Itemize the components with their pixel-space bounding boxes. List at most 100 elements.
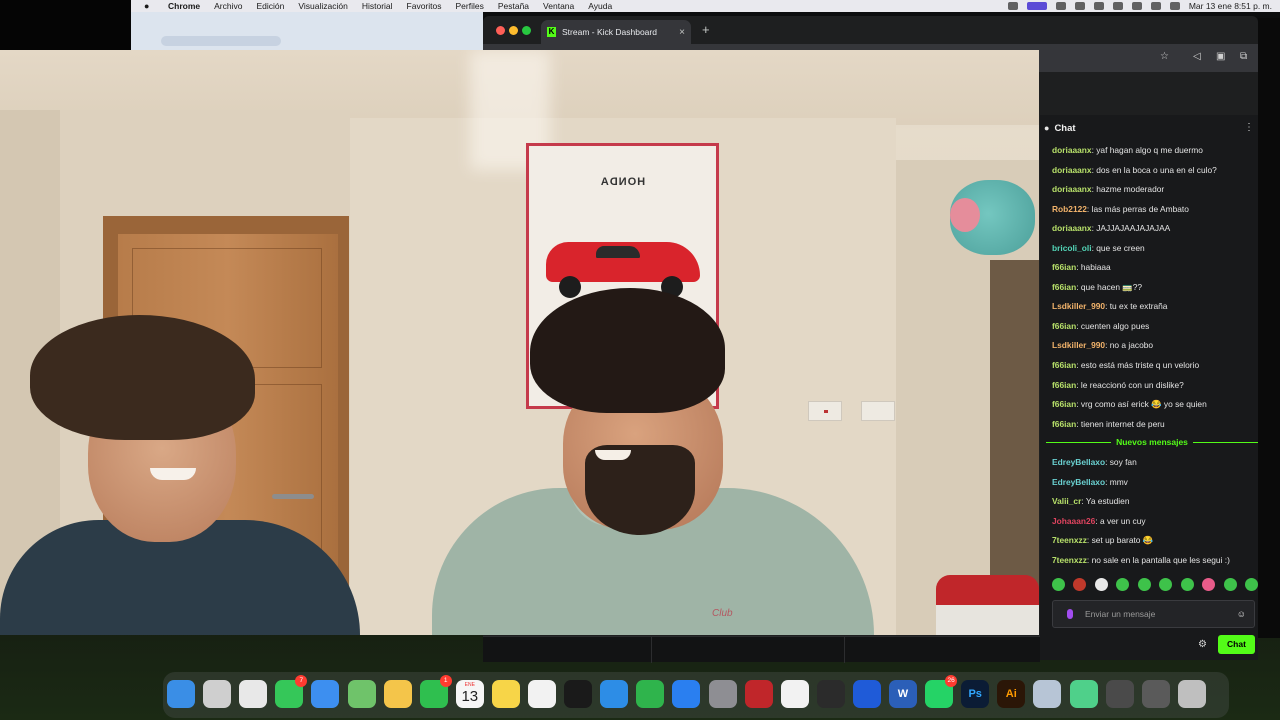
chat-username[interactable]: doriaaanx: [1052, 223, 1092, 233]
new-tab-button[interactable]: +: [702, 22, 710, 37]
chat-message[interactable]: f66ian: tienen internet de peru: [1052, 415, 1258, 435]
downloads-stack-icon[interactable]: [1105, 680, 1134, 708]
emote-icon[interactable]: [1116, 578, 1130, 591]
tab-kick-dashboard[interactable]: K Stream - Kick Dashboard ×: [541, 20, 691, 44]
notes-icon[interactable]: [491, 680, 520, 708]
chat-username[interactable]: doriaaanx: [1052, 145, 1092, 155]
chat-username[interactable]: f66ian: [1052, 399, 1076, 409]
chat-settings-gear-icon[interactable]: ⚙: [1198, 639, 1207, 650]
chat-message[interactable]: Rob2122: las más perras de Ambato: [1052, 200, 1258, 220]
launchpad-icon[interactable]: [203, 680, 232, 708]
chat-message[interactable]: f66ian: que hacen 🚃??: [1052, 278, 1258, 298]
mute-tab-icon[interactable]: ◁: [1193, 51, 1201, 62]
chat-username[interactable]: EdreyBellaxo: [1052, 477, 1105, 487]
recent-stack-icon[interactable]: [1141, 680, 1170, 708]
menu-item-historial[interactable]: Historial: [362, 1, 393, 11]
screen-record-icon[interactable]: [1026, 2, 1047, 10]
photos-icon[interactable]: [383, 680, 412, 708]
menu-item-ayuda[interactable]: Ayuda: [588, 1, 612, 11]
wifi-icon[interactable]: [1131, 2, 1142, 10]
chat-message[interactable]: 7teenxzz: no sale en la pantalla que les…: [1052, 551, 1258, 571]
chat-username[interactable]: bricoli_oli: [1052, 243, 1092, 253]
stream-video[interactable]: HONDA Club: [0, 50, 1039, 635]
chat-message[interactable]: bricoli_oli: que se creen: [1052, 239, 1258, 259]
spotify-icon[interactable]: [564, 680, 593, 708]
emote-icon[interactable]: [1094, 578, 1108, 591]
chat-message[interactable]: doriaaanx: dos en la boca o una en el cu…: [1052, 161, 1258, 181]
chat-username[interactable]: f66ian: [1052, 282, 1076, 292]
app-store-icon[interactable]: [672, 680, 701, 708]
close-window-button[interactable]: [496, 26, 505, 35]
chat-message[interactable]: Johaaan26: a ver un cuy: [1052, 512, 1258, 532]
preview-icon[interactable]: [1033, 680, 1062, 708]
game-controller-icon[interactable]: [852, 680, 881, 708]
chat-username[interactable]: Lsdkiller_990: [1052, 340, 1105, 350]
fullscreen-window-button[interactable]: [522, 26, 531, 35]
emote-icon[interactable]: [1052, 578, 1065, 591]
chat-username[interactable]: Rob2122: [1052, 204, 1087, 214]
calendar-icon[interactable]: ENE 13: [455, 680, 484, 708]
chat-username[interactable]: Lsdkiller_990: [1052, 301, 1105, 311]
illustrator-icon[interactable]: Ai: [997, 680, 1026, 708]
bookmark-star-icon[interactable]: ☆: [1160, 51, 1169, 62]
emote-icon[interactable]: [1073, 578, 1087, 591]
emoji-picker-icon[interactable]: ☺: [1237, 609, 1246, 619]
chat-username[interactable]: doriaaanx: [1052, 165, 1092, 175]
play-icon[interactable]: [1093, 2, 1104, 10]
chat-username[interactable]: Johaaan26: [1052, 516, 1095, 526]
microphone-icon[interactable]: [1067, 609, 1073, 619]
system-settings-icon[interactable]: [708, 680, 737, 708]
menu-item-perfiles[interactable]: Perfiles: [456, 1, 484, 11]
chat-username[interactable]: doriaaanx: [1052, 184, 1092, 194]
minimize-window-button[interactable]: [509, 26, 518, 35]
chat-send-button[interactable]: Chat: [1218, 635, 1255, 654]
utility-icon[interactable]: [816, 680, 845, 708]
menu-item-favoritos[interactable]: Favoritos: [407, 1, 442, 11]
more-options-icon[interactable]: ⋮: [1244, 122, 1254, 133]
keynote-icon[interactable]: [600, 680, 629, 708]
chat-message[interactable]: EdreyBellaxo: mmv: [1052, 473, 1258, 493]
menu-item-ventana[interactable]: Ventana: [543, 1, 574, 11]
chat-message[interactable]: doriaaanx: hazme moderador: [1052, 180, 1258, 200]
emote-icon[interactable]: [1180, 578, 1194, 591]
chat-message[interactable]: f66ian: cuenten algo pues: [1052, 317, 1258, 337]
photo-booth-icon[interactable]: [744, 680, 773, 708]
chat-message[interactable]: Lsdkiller_990: no a jacobo: [1052, 336, 1258, 356]
chat-message[interactable]: doriaaanx: JAJJAJAAJAJAJAA: [1052, 219, 1258, 239]
chat-username[interactable]: 7teenxzz: [1052, 535, 1087, 545]
background-window[interactable]: [131, 12, 483, 50]
chat-message[interactable]: f66ian: esto está más triste q un velori…: [1052, 356, 1258, 376]
extensions-puzzle-icon[interactable]: ⧉: [1240, 51, 1247, 62]
emote-icon[interactable]: [1137, 578, 1151, 591]
photoshop-icon[interactable]: Ps: [961, 680, 990, 708]
chat-message[interactable]: f66ian: vrg como así erick 😂 yo se quien: [1052, 395, 1258, 415]
chat-new-message-list[interactable]: EdreyBellaxo: soy fan EdreyBellaxo: mmv Va…: [1052, 453, 1258, 570]
chat-username[interactable]: f66ian: [1052, 380, 1076, 390]
status-icon[interactable]: [1007, 2, 1018, 10]
chat-message[interactable]: Lsdkiller_990: tu ex te extraña: [1052, 297, 1258, 317]
finder-icon[interactable]: [167, 680, 195, 708]
extension-icon[interactable]: ▣: [1216, 51, 1225, 62]
chat-username[interactable]: f66ian: [1052, 321, 1076, 331]
word-icon[interactable]: W: [889, 680, 917, 708]
chat-message-input[interactable]: Enviar un mensaje ☺: [1052, 600, 1255, 628]
maps-icon[interactable]: [347, 680, 376, 708]
search-icon[interactable]: [1150, 2, 1161, 10]
trash-icon[interactable]: [1177, 680, 1206, 708]
chat-username[interactable]: f66ian: [1052, 262, 1076, 272]
chat-username[interactable]: EdreyBellaxo: [1052, 457, 1105, 467]
chat-username[interactable]: f66ian: [1052, 419, 1076, 429]
app-icon[interactable]: [780, 680, 809, 708]
chrome-icon[interactable]: [239, 680, 268, 708]
chat-username[interactable]: 7teenxzz: [1052, 555, 1087, 565]
status-icon[interactable]: [1055, 2, 1066, 10]
menu-app-name[interactable]: Chrome: [168, 1, 200, 11]
status-icon[interactable]: [1074, 2, 1085, 10]
menu-item-edicion[interactable]: Edición: [256, 1, 284, 11]
tab-close-icon[interactable]: ×: [679, 27, 685, 38]
emote-icon[interactable]: [1159, 578, 1173, 591]
chat-message[interactable]: f66ian: habiaaa: [1052, 258, 1258, 278]
apple-menu-icon[interactable]: ●: [144, 1, 156, 11]
app-icon-2[interactable]: [1069, 680, 1098, 708]
freeform-icon[interactable]: [528, 680, 556, 708]
